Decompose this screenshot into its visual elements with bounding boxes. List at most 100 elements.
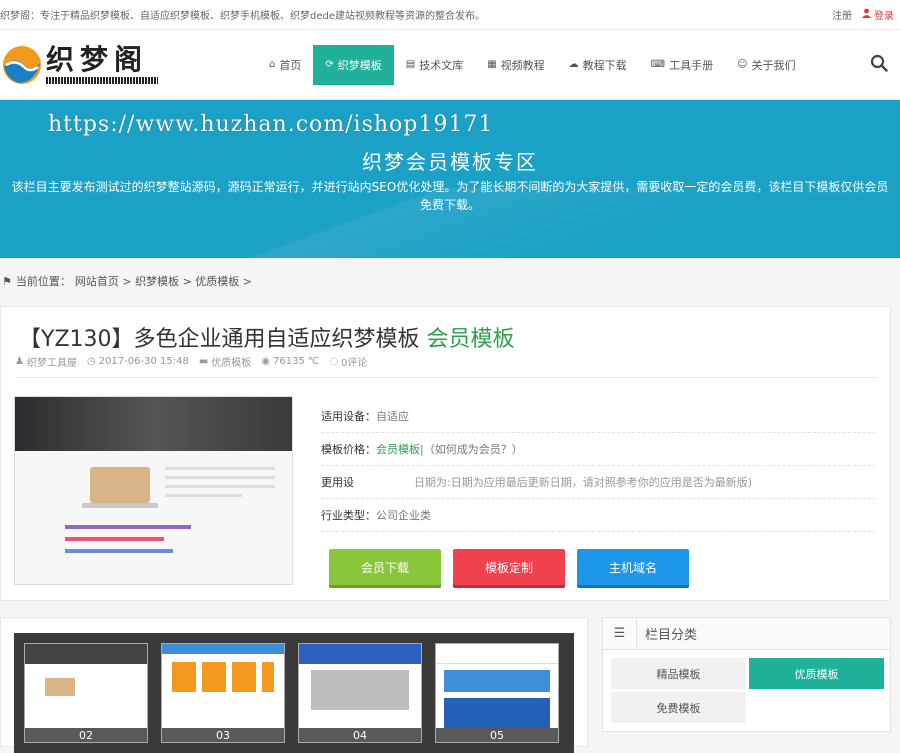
sidebar-header: ☰ 栏目分类: [603, 617, 890, 650]
price-value[interactable]: 会员模板: [376, 443, 420, 456]
site-notice: 织梦阁：专注于精品织梦模板、自适应织梦模板、织梦手机模板、织梦dede建站视频教…: [0, 11, 485, 22]
breadcrumb: ⚑ 当前位置： 网站首页 > 织梦模板 > 优质模板 >: [0, 258, 900, 304]
smile-icon: ☺: [737, 59, 748, 70]
category-sidebar: ☰ 栏目分类 精品模板 优质模板 免费模板: [602, 617, 891, 732]
preview-progress-bars: [65, 525, 245, 561]
film-icon: ▦: [487, 59, 497, 70]
template-preview-image[interactable]: [14, 396, 293, 585]
preview-header-photo: [15, 397, 292, 451]
gallery-thumb[interactable]: 02: [24, 643, 148, 743]
meta-category[interactable]: ▬ 优质模板: [199, 354, 251, 369]
account-links: 注册 登录: [832, 7, 894, 22]
divider: [15, 377, 876, 378]
refresh-icon: ⟳: [325, 59, 334, 70]
cloud-download-icon: ☁: [568, 59, 579, 70]
comment-count: 0评论: [340, 358, 368, 369]
nav-dede-templates[interactable]: ⟳ 织梦模板: [313, 44, 394, 85]
preview-text-lines: [165, 467, 275, 503]
user-icon: [862, 8, 871, 21]
nav-about-us[interactable]: ☺ 关于我们: [725, 45, 807, 85]
user-icon: ♟: [15, 356, 24, 367]
nav-label: 工具手册: [669, 58, 714, 72]
thumb-number: 02: [25, 728, 147, 742]
gallery-thumb[interactable]: 05: [435, 643, 559, 743]
keyboard-icon: ⌨: [650, 59, 666, 70]
nav-label: 关于我们: [751, 58, 796, 72]
member-tag: 会员模板: [426, 327, 515, 352]
price-label: 模板价格：: [321, 443, 376, 456]
nav-tool-manual[interactable]: ⌨ 工具手册: [639, 45, 725, 85]
device-label: 适用设备：: [321, 410, 376, 423]
sidebar-title: 栏目分类: [645, 628, 698, 643]
clock-icon: ◷: [86, 356, 96, 367]
member-help-link[interactable]: |（如何成为会员？）: [420, 443, 523, 456]
nav-label: 视频教程: [500, 58, 545, 72]
device-value: 自适应: [376, 410, 409, 423]
nav-label: 首页: [279, 58, 302, 72]
gallery-thumb[interactable]: 04: [298, 643, 422, 743]
meta-comments[interactable]: ◌ 0评论: [329, 354, 367, 369]
banner-url: https://www.huzhan.com/ishop19171: [48, 112, 494, 137]
list-icon: ☰: [603, 617, 637, 650]
nav-label: 织梦模板: [337, 58, 382, 72]
category-quality[interactable]: 优质模板: [749, 658, 884, 689]
author-name: 织梦工具屋: [26, 358, 77, 369]
nav-label: 教程下载: [582, 58, 627, 72]
info-industry: 行业类型： 公司企业类: [321, 499, 876, 532]
thumb-number: 04: [299, 728, 421, 742]
site-logo[interactable]: 织梦阁: [0, 30, 205, 100]
eye-icon: ◉: [261, 356, 271, 367]
nav-tech-library[interactable]: ▤ 技术文库: [394, 45, 475, 85]
meta-date: ◷ 2017-06-30 15:48: [87, 354, 189, 369]
member-download-button[interactable]: 会员下载: [329, 549, 441, 585]
document-icon: ▤: [405, 59, 416, 70]
template-custom-button[interactable]: 模板定制: [453, 549, 565, 585]
breadcrumb-path[interactable]: 网站首页 > 织梦模板 > 优质模板 >: [75, 273, 252, 289]
site-header: 织梦阁 ⌂ 首页 ⟳ 织梦模板 ▤ 技术文库 ▦ 视频教程 ☁ 教程下载 ⌨ 工具手册 ☺ 关…: [0, 30, 900, 100]
gallery-thumb[interactable]: 03: [161, 643, 285, 743]
nav-video-tutorials[interactable]: ▦ 视频教程: [475, 45, 556, 85]
post-title-text: 【YZ130】多色企业通用自适应织梦模板: [19, 327, 420, 352]
nav-home[interactable]: ⌂ 首页: [257, 45, 313, 85]
post-title: 【YZ130】多色企业通用自适应织梦模板 会员模板: [19, 321, 515, 353]
thumb-number: 05: [436, 728, 558, 742]
nav-label: 技术文库: [419, 58, 464, 72]
top-bar: 织梦阁：专注于精品织梦模板、自适应织梦模板、织梦手机模板、织梦dede建站视频教…: [0, 0, 900, 30]
breadcrumb-prefix: 当前位置：: [15, 275, 71, 288]
home-icon: ⌂: [269, 59, 276, 70]
preview-laptop-image: [82, 467, 158, 508]
category-name: 优质模板: [211, 358, 252, 369]
banner-title: 织梦会员模板专区: [362, 150, 538, 174]
action-buttons: 会员下载 模板定制 主机域名: [329, 549, 689, 585]
folder-icon: ▬: [198, 356, 209, 367]
login-link[interactable]: 登录: [862, 7, 894, 22]
industry-label: 行业类型：: [321, 509, 376, 522]
screenshot-gallery: 02 03 04 05: [0, 617, 588, 753]
thumb-number: 03: [162, 728, 284, 742]
host-domain-button[interactable]: 主机域名: [577, 549, 689, 585]
info-update: 更用设 日期为:日期为应用最后更新日期，请对照参考你的应用是否为最新版): [321, 466, 876, 499]
search-icon[interactable]: [870, 54, 888, 72]
meta-views: ◉ 76135 ℃: [261, 354, 319, 369]
login-label: 登录: [874, 11, 894, 22]
banner-description: 该栏目主要发布测试过的织梦整站源码，源码正常运行，并进行站内SEO优化处理。为了…: [11, 180, 889, 212]
category-premium[interactable]: 精品模板: [611, 658, 746, 689]
industry-value: 公司企业类: [376, 509, 431, 522]
meta-author[interactable]: ♟ 织梦工具屋: [15, 354, 77, 369]
info-price: 模板价格： 会员模板|（如何成为会员？）: [321, 433, 876, 466]
update-label: 更用设: [321, 476, 354, 489]
update-value: 日期为:日期为应用最后更新日期，请对照参考你的应用是否为最新版): [414, 476, 752, 489]
category-free[interactable]: 免费模板: [611, 692, 746, 723]
comment-icon: ◌: [329, 356, 338, 367]
flag-icon: ⚑: [2, 274, 12, 288]
register-link[interactable]: 注册: [832, 7, 852, 22]
gallery-strip: 02 03 04 05: [14, 633, 574, 753]
logo-icon: [3, 45, 41, 84]
post-meta: ♟ 织梦工具屋 ◷ 2017-06-30 15:48 ▬ 优质模板 ◉ 76135 ℃ …: [15, 354, 367, 369]
logo-subtitle: [46, 77, 158, 84]
nav-tutorial-downloads[interactable]: ☁ 教程下载: [557, 45, 639, 85]
template-detail-card: 【YZ130】多色企业通用自适应织梦模板 会员模板 ♟ 织梦工具屋 ◷ 2017-0…: [0, 306, 891, 601]
info-device: 适用设备： 自适应: [321, 400, 876, 433]
category-banner: https://www.huzhan.com/ishop19171 织梦会员模板…: [0, 100, 900, 258]
post-date: 2017-06-30 15:48: [98, 356, 189, 367]
